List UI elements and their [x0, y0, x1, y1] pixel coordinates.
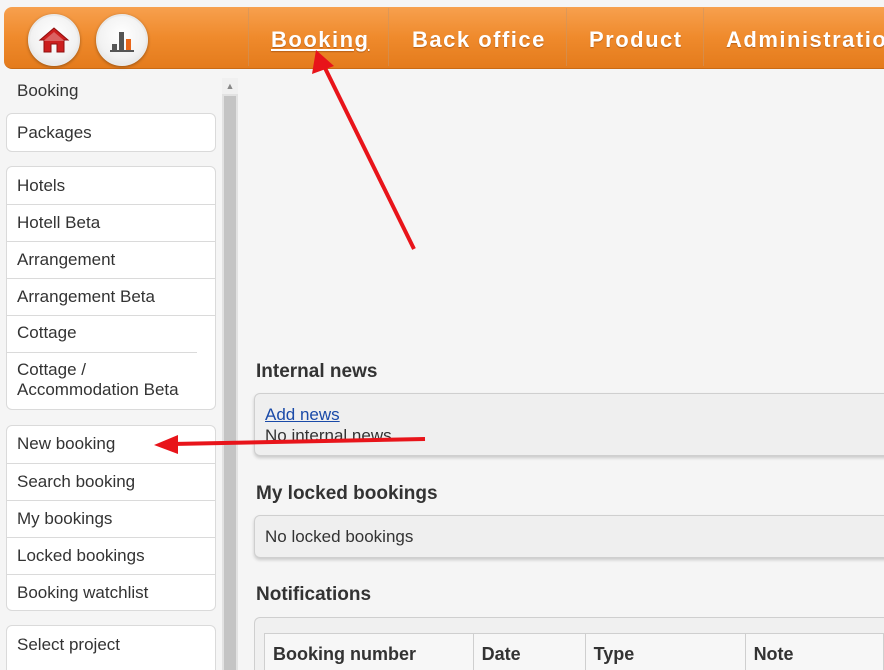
sidebar-item-packages[interactable]: Packages [7, 114, 215, 151]
home-icon [38, 27, 70, 53]
column-header-date[interactable]: Date [472, 633, 586, 670]
nav-product[interactable]: Product [589, 27, 683, 53]
nav-booking[interactable]: Booking [271, 27, 370, 53]
sidebar-group-bookings: New booking Search booking My bookings L… [6, 425, 216, 611]
top-navigation-bar: Booking Back office Product Administrati… [0, 0, 884, 70]
bar-chart-icon [110, 32, 134, 52]
sidebar-item-cottage[interactable]: Cottage [7, 315, 215, 352]
statistics-button[interactable] [96, 14, 148, 66]
sidebar-item-arrangement-beta[interactable]: Arrangement Beta [7, 278, 215, 315]
scrollbar-thumb[interactable] [224, 96, 236, 670]
arrow-to-booking-tab [312, 50, 416, 250]
column-header-type[interactable]: Type [584, 633, 746, 670]
sidebar-group-products: Hotels Hotell Beta Arrangement Arrangeme… [6, 166, 216, 410]
sidebar-item-booking-watchlist[interactable]: Booking watchlist [7, 574, 215, 610]
sidebar-item-hotell-beta[interactable]: Hotell Beta [7, 204, 215, 241]
column-header-note[interactable]: Note [744, 633, 884, 670]
locked-bookings-empty-text: No locked bookings [265, 527, 414, 546]
sidebar-item-hotels[interactable]: Hotels [7, 167, 215, 204]
sidebar-item-new-booking[interactable]: New booking [7, 426, 215, 463]
sidebar-group-project: Select project [6, 625, 216, 670]
nav-administration[interactable]: Administration [726, 27, 884, 53]
sidebar-group-packages: Packages [6, 113, 216, 152]
notifications-title: Notifications [256, 584, 372, 605]
locked-bookings-panel: No locked bookings [254, 515, 884, 558]
sidebar-item-search-booking[interactable]: Search booking [7, 463, 215, 500]
internal-news-empty-text: No internal news [265, 426, 392, 445]
sidebar-heading: Booking [17, 81, 79, 100]
column-header-booking-number[interactable]: Booking number [264, 633, 474, 670]
internal-news-title: Internal news [256, 361, 378, 382]
sidebar-scrollbar[interactable]: ▲ [222, 78, 238, 670]
nav-back-office[interactable]: Back office [412, 27, 546, 53]
home-button[interactable] [28, 14, 80, 66]
add-news-link[interactable]: Add news [265, 405, 340, 425]
nav-separator [248, 8, 249, 66]
nav-separator [566, 8, 567, 66]
table-header-row: Booking number Date Type Note [264, 633, 884, 670]
sidebar-item-cottage-accommodation-beta[interactable]: Cottage / Accommodation Beta [7, 352, 197, 409]
sidebar-item-my-bookings[interactable]: My bookings [7, 500, 215, 537]
sidebar-item-select-project[interactable]: Select project [7, 626, 215, 663]
notifications-table: Booking number Date Type Note [264, 633, 884, 670]
scroll-up-icon[interactable]: ▲ [222, 78, 238, 94]
sidebar-item-locked-bookings[interactable]: Locked bookings [7, 537, 215, 574]
locked-bookings-title: My locked bookings [256, 483, 438, 504]
nav-separator [388, 8, 389, 66]
nav-separator [703, 8, 704, 66]
sidebar-item-arrangement[interactable]: Arrangement [7, 241, 215, 278]
internal-news-panel: Add news No internal news [254, 393, 884, 456]
